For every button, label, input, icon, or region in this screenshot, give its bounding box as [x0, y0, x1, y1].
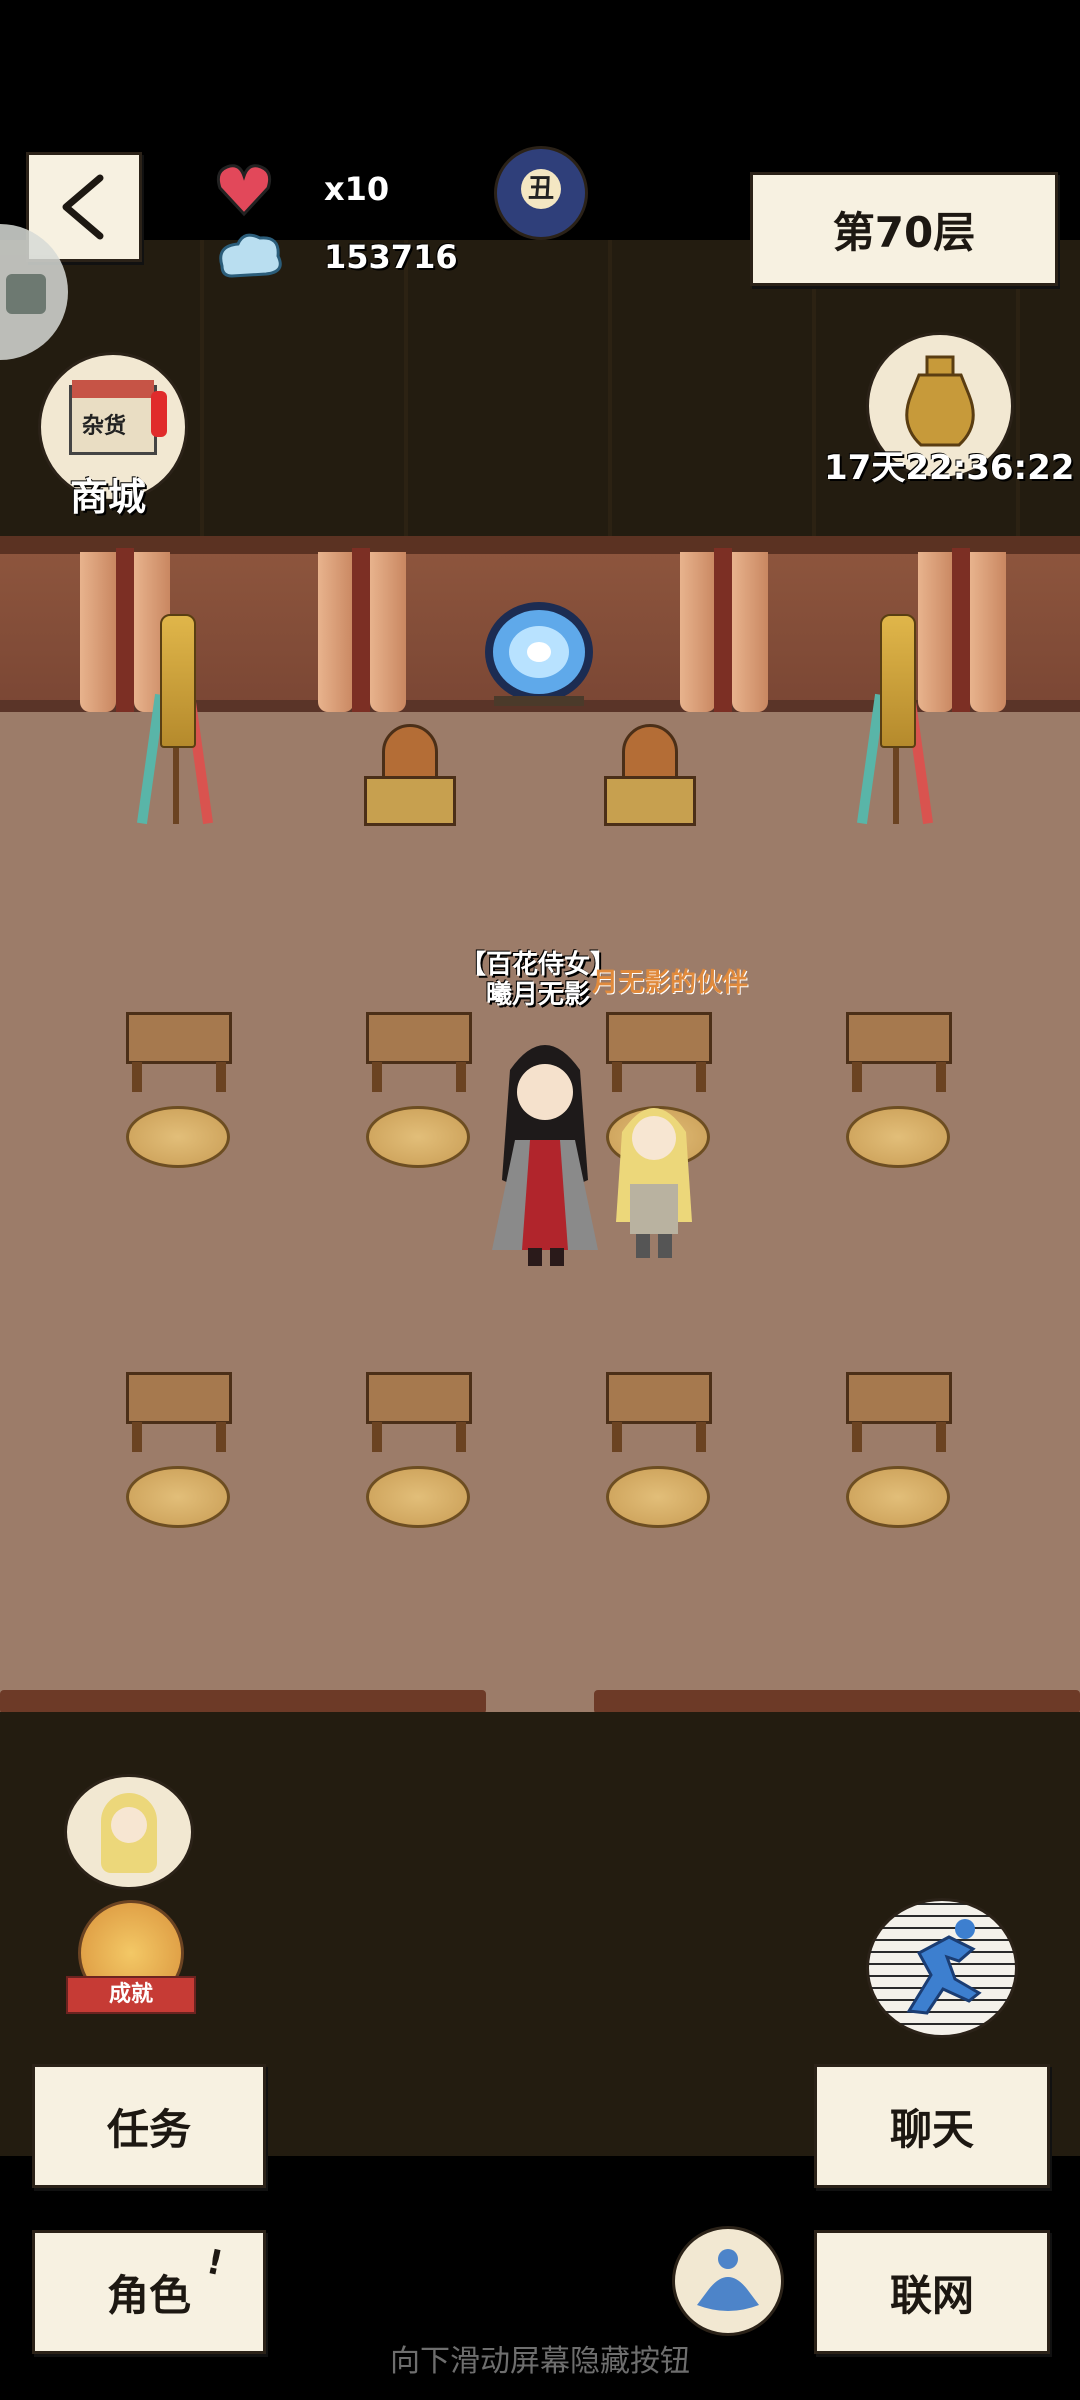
low-table [846, 1372, 952, 1452]
low-table [126, 1012, 232, 1092]
swipe-hint: 向下滑动屏幕隐藏按钮 [390, 2344, 690, 2379]
task-button[interactable]: 任务 [32, 2064, 266, 2188]
prayer-banner [857, 614, 933, 825]
cloud-currency-icon [214, 226, 288, 284]
floor-cushion [366, 1466, 470, 1528]
npc-character[interactable] [470, 1030, 620, 1270]
zodiac-glyph: 丑 [521, 169, 561, 209]
pillar [352, 548, 370, 712]
shop-label: 商城 [70, 475, 147, 519]
partner-avatar[interactable] [64, 1774, 194, 1890]
event-timer: 17天22:36:22 [824, 448, 1075, 488]
floor-cushion [126, 1106, 230, 1168]
pillar [714, 548, 732, 712]
throne-chair [364, 724, 456, 832]
meditation-icon [697, 2249, 759, 2311]
throne-chair [604, 724, 696, 832]
lives-count: x10 [324, 170, 390, 208]
achievement-button[interactable]: 成就 [64, 1900, 196, 2020]
low-table [366, 1012, 472, 1092]
low-table [846, 1012, 952, 1092]
zodiac-moon-icon[interactable]: 丑 [494, 146, 588, 240]
partner-character[interactable] [612, 1092, 696, 1262]
curtain [680, 552, 716, 712]
chat-button[interactable]: 聊天 [814, 2064, 1050, 2188]
front-wall-left [0, 1690, 486, 1714]
shop-stall-icon: 杂货 [69, 380, 157, 455]
achievement-ribbon: 成就 [66, 1976, 196, 2014]
heart-icon [214, 160, 274, 220]
curtain [318, 552, 354, 712]
shop-sign: 杂货 [82, 414, 127, 439]
floor-cushion [846, 1466, 950, 1528]
curtain [732, 552, 768, 712]
currency-amount: 153716 [324, 238, 458, 276]
assistant-icon [6, 274, 46, 314]
floor-cushion [846, 1106, 950, 1168]
prayer-banner [137, 614, 213, 825]
character-alert-icon: ! [203, 2241, 227, 2285]
floor-cushion [606, 1466, 710, 1528]
floor-indicator: 第70层 [750, 172, 1058, 286]
pillar [116, 548, 134, 712]
floor-cushion [126, 1466, 230, 1528]
curtain [970, 552, 1006, 712]
character-button-label: 角色 [106, 2270, 191, 2320]
running-figure-icon [906, 1919, 982, 2015]
alert-icon [151, 391, 167, 437]
portal-icon[interactable] [480, 600, 598, 710]
curtain [370, 552, 406, 712]
curtain [80, 552, 116, 712]
low-table [366, 1372, 472, 1452]
low-table [606, 1372, 712, 1452]
low-table [606, 1012, 712, 1092]
floor-cushion [366, 1106, 470, 1168]
npc-name: 曦月无影 [486, 980, 591, 1010]
low-table [126, 1372, 232, 1452]
pillar [952, 548, 970, 712]
partner-label: 月无影的伙伴 [592, 968, 749, 998]
front-wall-right [594, 1690, 1080, 1714]
run-button[interactable] [866, 1898, 1018, 2038]
meditate-button[interactable] [672, 2226, 784, 2336]
back-arrow-icon [62, 174, 104, 240]
